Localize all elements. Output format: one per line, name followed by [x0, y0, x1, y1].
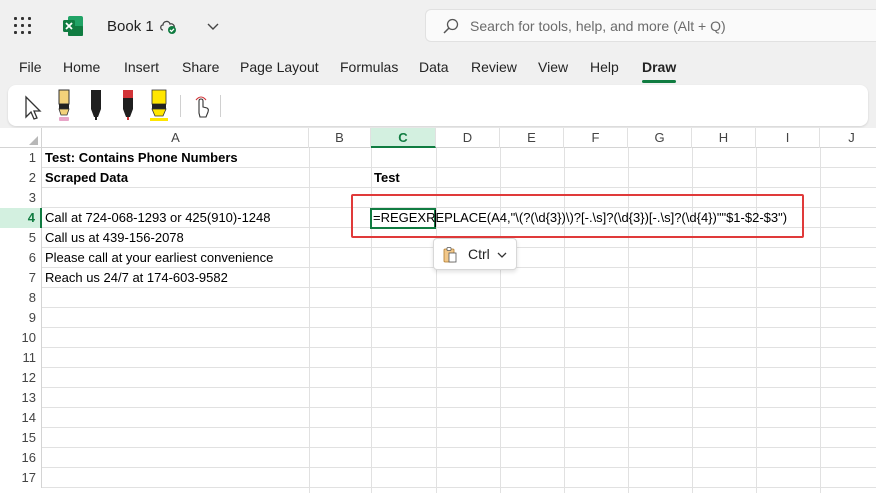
sheet-row: 9 [0, 308, 876, 328]
column-header-g[interactable]: G [628, 128, 692, 148]
row-header[interactable]: 6 [0, 248, 42, 268]
toolbar-divider [180, 95, 181, 117]
cell-a7[interactable]: Reach us 24/7 at 174-603-9582 [42, 268, 228, 288]
title-bar: Book 1 Search for tools, help, and more … [0, 0, 876, 52]
column-header-c[interactable]: C [371, 128, 436, 148]
workbook-title[interactable]: Book 1 [107, 18, 154, 35]
highlighter-yellow-icon[interactable] [148, 89, 170, 123]
tab-insert[interactable]: Insert [124, 59, 159, 75]
row-header[interactable]: 1 [0, 148, 42, 168]
chevron-down-icon[interactable] [207, 21, 219, 31]
row-header[interactable]: 5 [0, 228, 42, 248]
sheet-row: 15 [0, 428, 876, 448]
sheet-row: 11 [0, 348, 876, 368]
column-header-b[interactable]: B [309, 128, 371, 148]
column-header-d[interactable]: D [436, 128, 500, 148]
sheet-row: 16 [0, 448, 876, 468]
ribbon-tabs: File Home Insert Share Page Layout Formu… [0, 52, 876, 83]
pen-red-icon[interactable] [120, 89, 136, 123]
highlight-annotation [351, 194, 804, 238]
row-header[interactable]: 16 [0, 448, 42, 468]
touch-draw-icon[interactable] [191, 89, 211, 123]
tab-data[interactable]: Data [419, 59, 449, 75]
column-header-a[interactable]: A [43, 128, 309, 148]
search-icon [443, 18, 459, 34]
column-headers: A B C D E F G H I J [0, 128, 876, 148]
tab-help[interactable]: Help [590, 59, 619, 75]
select-all-button[interactable] [0, 128, 42, 148]
cell-a1[interactable]: Test: Contains Phone Numbers [42, 148, 238, 168]
row-header[interactable]: 10 [0, 328, 42, 348]
app-launcher-icon[interactable] [14, 17, 32, 35]
excel-icon[interactable] [62, 15, 84, 37]
active-tab-indicator [642, 80, 676, 83]
cell-a6[interactable]: Please call at your earliest convenience [42, 248, 273, 268]
column-header-e[interactable]: E [500, 128, 564, 148]
tab-page-layout[interactable]: Page Layout [240, 59, 319, 75]
row-header[interactable]: 11 [0, 348, 42, 368]
sheet-row: 13 [0, 388, 876, 408]
column-header-j[interactable]: J [820, 128, 876, 148]
row-header[interactable]: 17 [0, 468, 42, 488]
pencil-pink-icon[interactable] [56, 89, 72, 123]
paste-options-label: Ctrl [468, 246, 490, 262]
tab-view[interactable]: View [538, 59, 568, 75]
search-placeholder: Search for tools, help, and more (Alt + … [470, 18, 726, 34]
row-header-selected[interactable]: 4 [0, 208, 42, 228]
cell-a4[interactable]: Call at 724-068-1293 or 425(910)-1248 [42, 208, 271, 228]
sheet-row: 1 Test: Contains Phone Numbers [0, 148, 876, 168]
column-header-f[interactable]: F [564, 128, 628, 148]
tab-share[interactable]: Share [182, 59, 219, 75]
tab-formulas[interactable]: Formulas [340, 59, 398, 75]
row-header[interactable]: 7 [0, 268, 42, 288]
row-header[interactable]: 13 [0, 388, 42, 408]
row-header[interactable]: 8 [0, 288, 42, 308]
cell-c2[interactable]: Test [371, 168, 400, 188]
clipboard-icon [443, 247, 457, 263]
tab-home[interactable]: Home [63, 59, 100, 75]
row-header[interactable]: 2 [0, 168, 42, 188]
sheet-row: 2 Scraped Data Test [0, 168, 876, 188]
sheet-row: 12 [0, 368, 876, 388]
paste-options-button[interactable]: Ctrl [433, 238, 517, 270]
row-header[interactable]: 12 [0, 368, 42, 388]
row-header[interactable]: 15 [0, 428, 42, 448]
row-header[interactable]: 3 [0, 188, 42, 208]
sheet-row: 7 Reach us 24/7 at 174-603-9582 [0, 268, 876, 288]
column-header-i[interactable]: I [756, 128, 820, 148]
tab-draw[interactable]: Draw [642, 59, 676, 75]
tab-review[interactable]: Review [471, 59, 517, 75]
chevron-down-icon [497, 252, 507, 258]
sheet-row: 10 [0, 328, 876, 348]
row-header[interactable]: 9 [0, 308, 42, 328]
sheet-row: 8 [0, 288, 876, 308]
select-pointer-icon[interactable] [22, 89, 42, 123]
pen-black-icon[interactable] [88, 89, 104, 123]
cell-a5[interactable]: Call us at 439-156-2078 [42, 228, 184, 248]
cloud-saved-icon[interactable] [158, 17, 178, 35]
tab-file[interactable]: File [19, 59, 42, 75]
sheet-row: 14 [0, 408, 876, 428]
search-box[interactable]: Search for tools, help, and more (Alt + … [425, 9, 876, 42]
row-header[interactable]: 14 [0, 408, 42, 428]
cell-a2[interactable]: Scraped Data [42, 168, 128, 188]
draw-toolbar [8, 85, 868, 126]
sheet-row: 17 [0, 468, 876, 488]
spreadsheet-grid[interactable]: A B C D E F G H I J 1 Test: Contains Pho… [0, 128, 876, 493]
toolbar-divider [220, 95, 221, 117]
column-header-h[interactable]: H [692, 128, 756, 148]
